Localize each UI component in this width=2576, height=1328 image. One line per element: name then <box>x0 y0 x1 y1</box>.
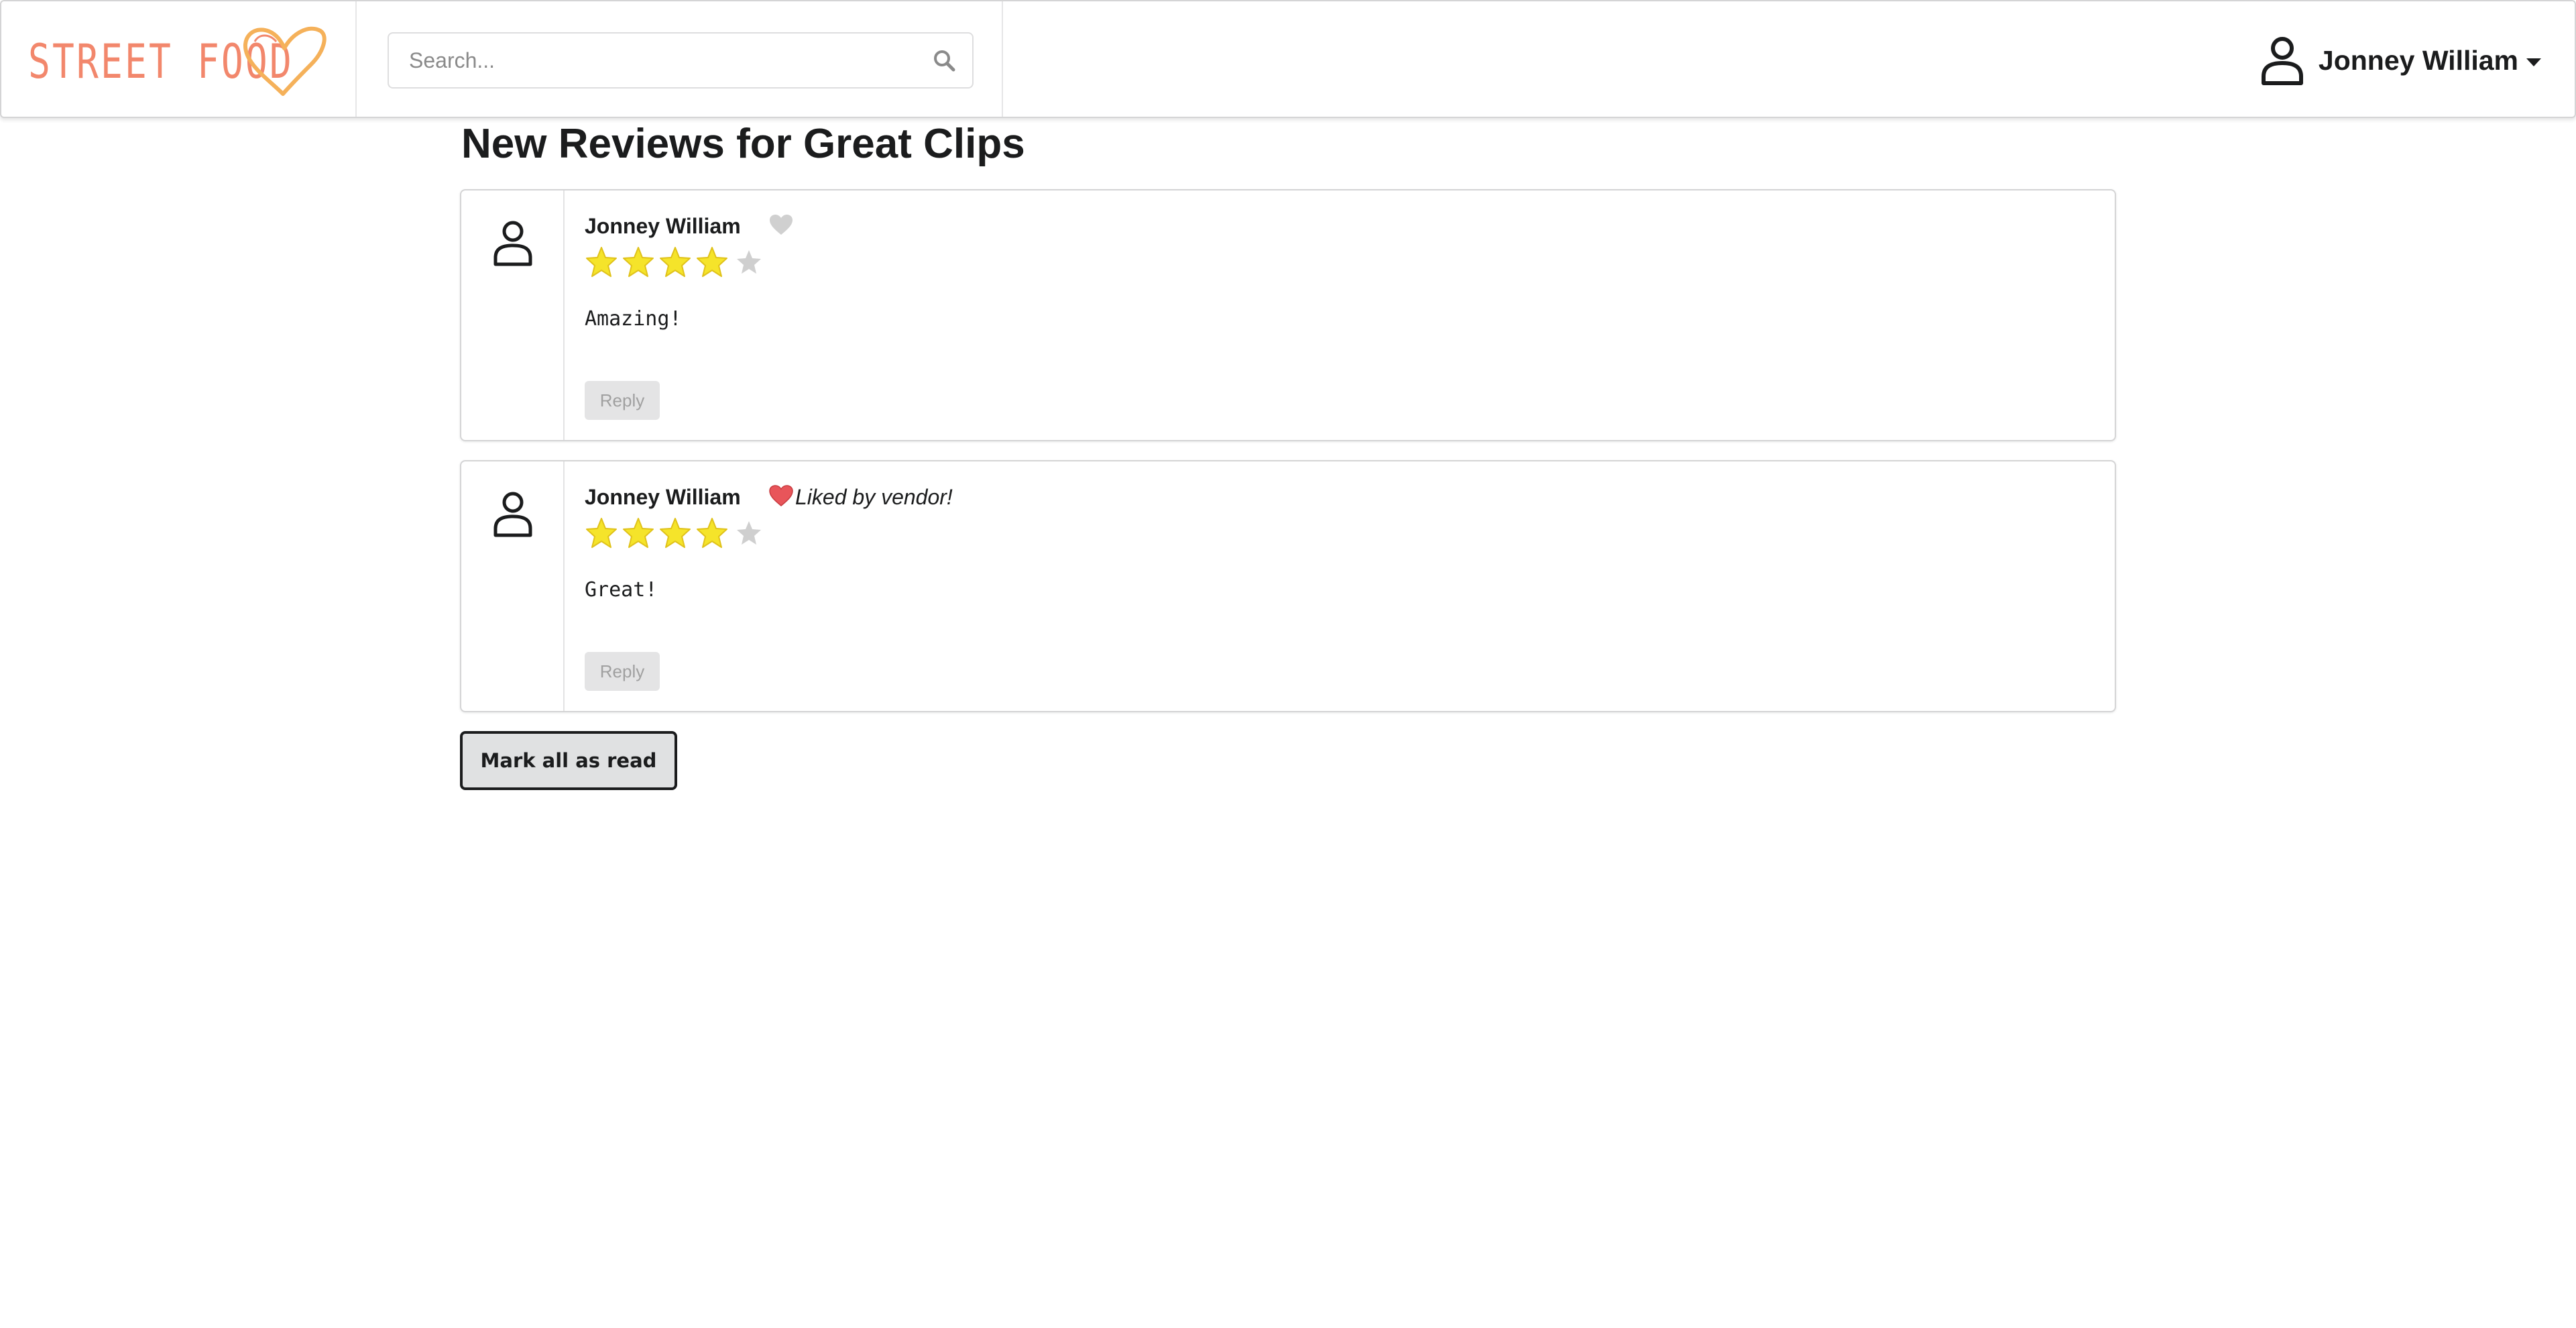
user-avatar-icon <box>493 492 532 537</box>
liked-heart-icon[interactable] <box>768 484 794 507</box>
chevron-down-icon <box>2526 58 2541 66</box>
review-text: Great! <box>585 578 658 602</box>
user-icon <box>2261 37 2303 85</box>
star-filled-icon <box>697 518 727 548</box>
star-filled-icon <box>586 518 617 548</box>
star-filled-icon <box>697 247 727 277</box>
search-input[interactable] <box>389 34 939 87</box>
star-filled-icon <box>660 518 691 548</box>
review-card: Jonney William Amazing! Reply <box>460 189 2116 441</box>
star-rating <box>585 516 769 554</box>
top-navigation-bar: STREET FOOD Jonney William <box>0 0 2576 118</box>
avatar <box>461 190 565 440</box>
star-filled-icon <box>623 518 654 548</box>
heart-logo-icon <box>243 26 327 96</box>
like-heart-icon[interactable] <box>768 213 794 236</box>
avatar <box>461 461 565 711</box>
logo-divider <box>355 1 357 117</box>
user-menu-dropdown[interactable]: Jonney William <box>2260 35 2541 86</box>
search-box[interactable] <box>388 32 974 89</box>
reply-button[interactable]: Reply <box>585 652 660 691</box>
review-card: Jonney William Liked by vendor! Great! R… <box>460 460 2116 712</box>
search-divider <box>1002 1 1003 117</box>
star-empty-icon <box>737 521 761 545</box>
star-filled-icon <box>623 247 654 277</box>
star-rating <box>585 245 769 283</box>
star-filled-icon <box>660 247 691 277</box>
review-author: Jonney William <box>585 485 741 509</box>
star-empty-icon <box>737 250 761 274</box>
page-title: New Reviews for Great Clips <box>461 121 1025 167</box>
review-author: Jonney William <box>585 214 741 238</box>
street-food-logo[interactable]: STREET FOOD <box>28 21 330 102</box>
search-icon[interactable] <box>932 48 956 72</box>
star-filled-icon <box>586 247 617 277</box>
reply-button[interactable]: Reply <box>585 381 660 420</box>
user-avatar-icon <box>493 221 532 266</box>
review-text: Amazing! <box>585 307 682 331</box>
liked-by-vendor-label: Liked by vendor! <box>795 485 953 509</box>
mark-all-as-read-button[interactable]: Mark all as read <box>460 731 677 790</box>
user-name: Jonney William <box>2318 44 2518 76</box>
